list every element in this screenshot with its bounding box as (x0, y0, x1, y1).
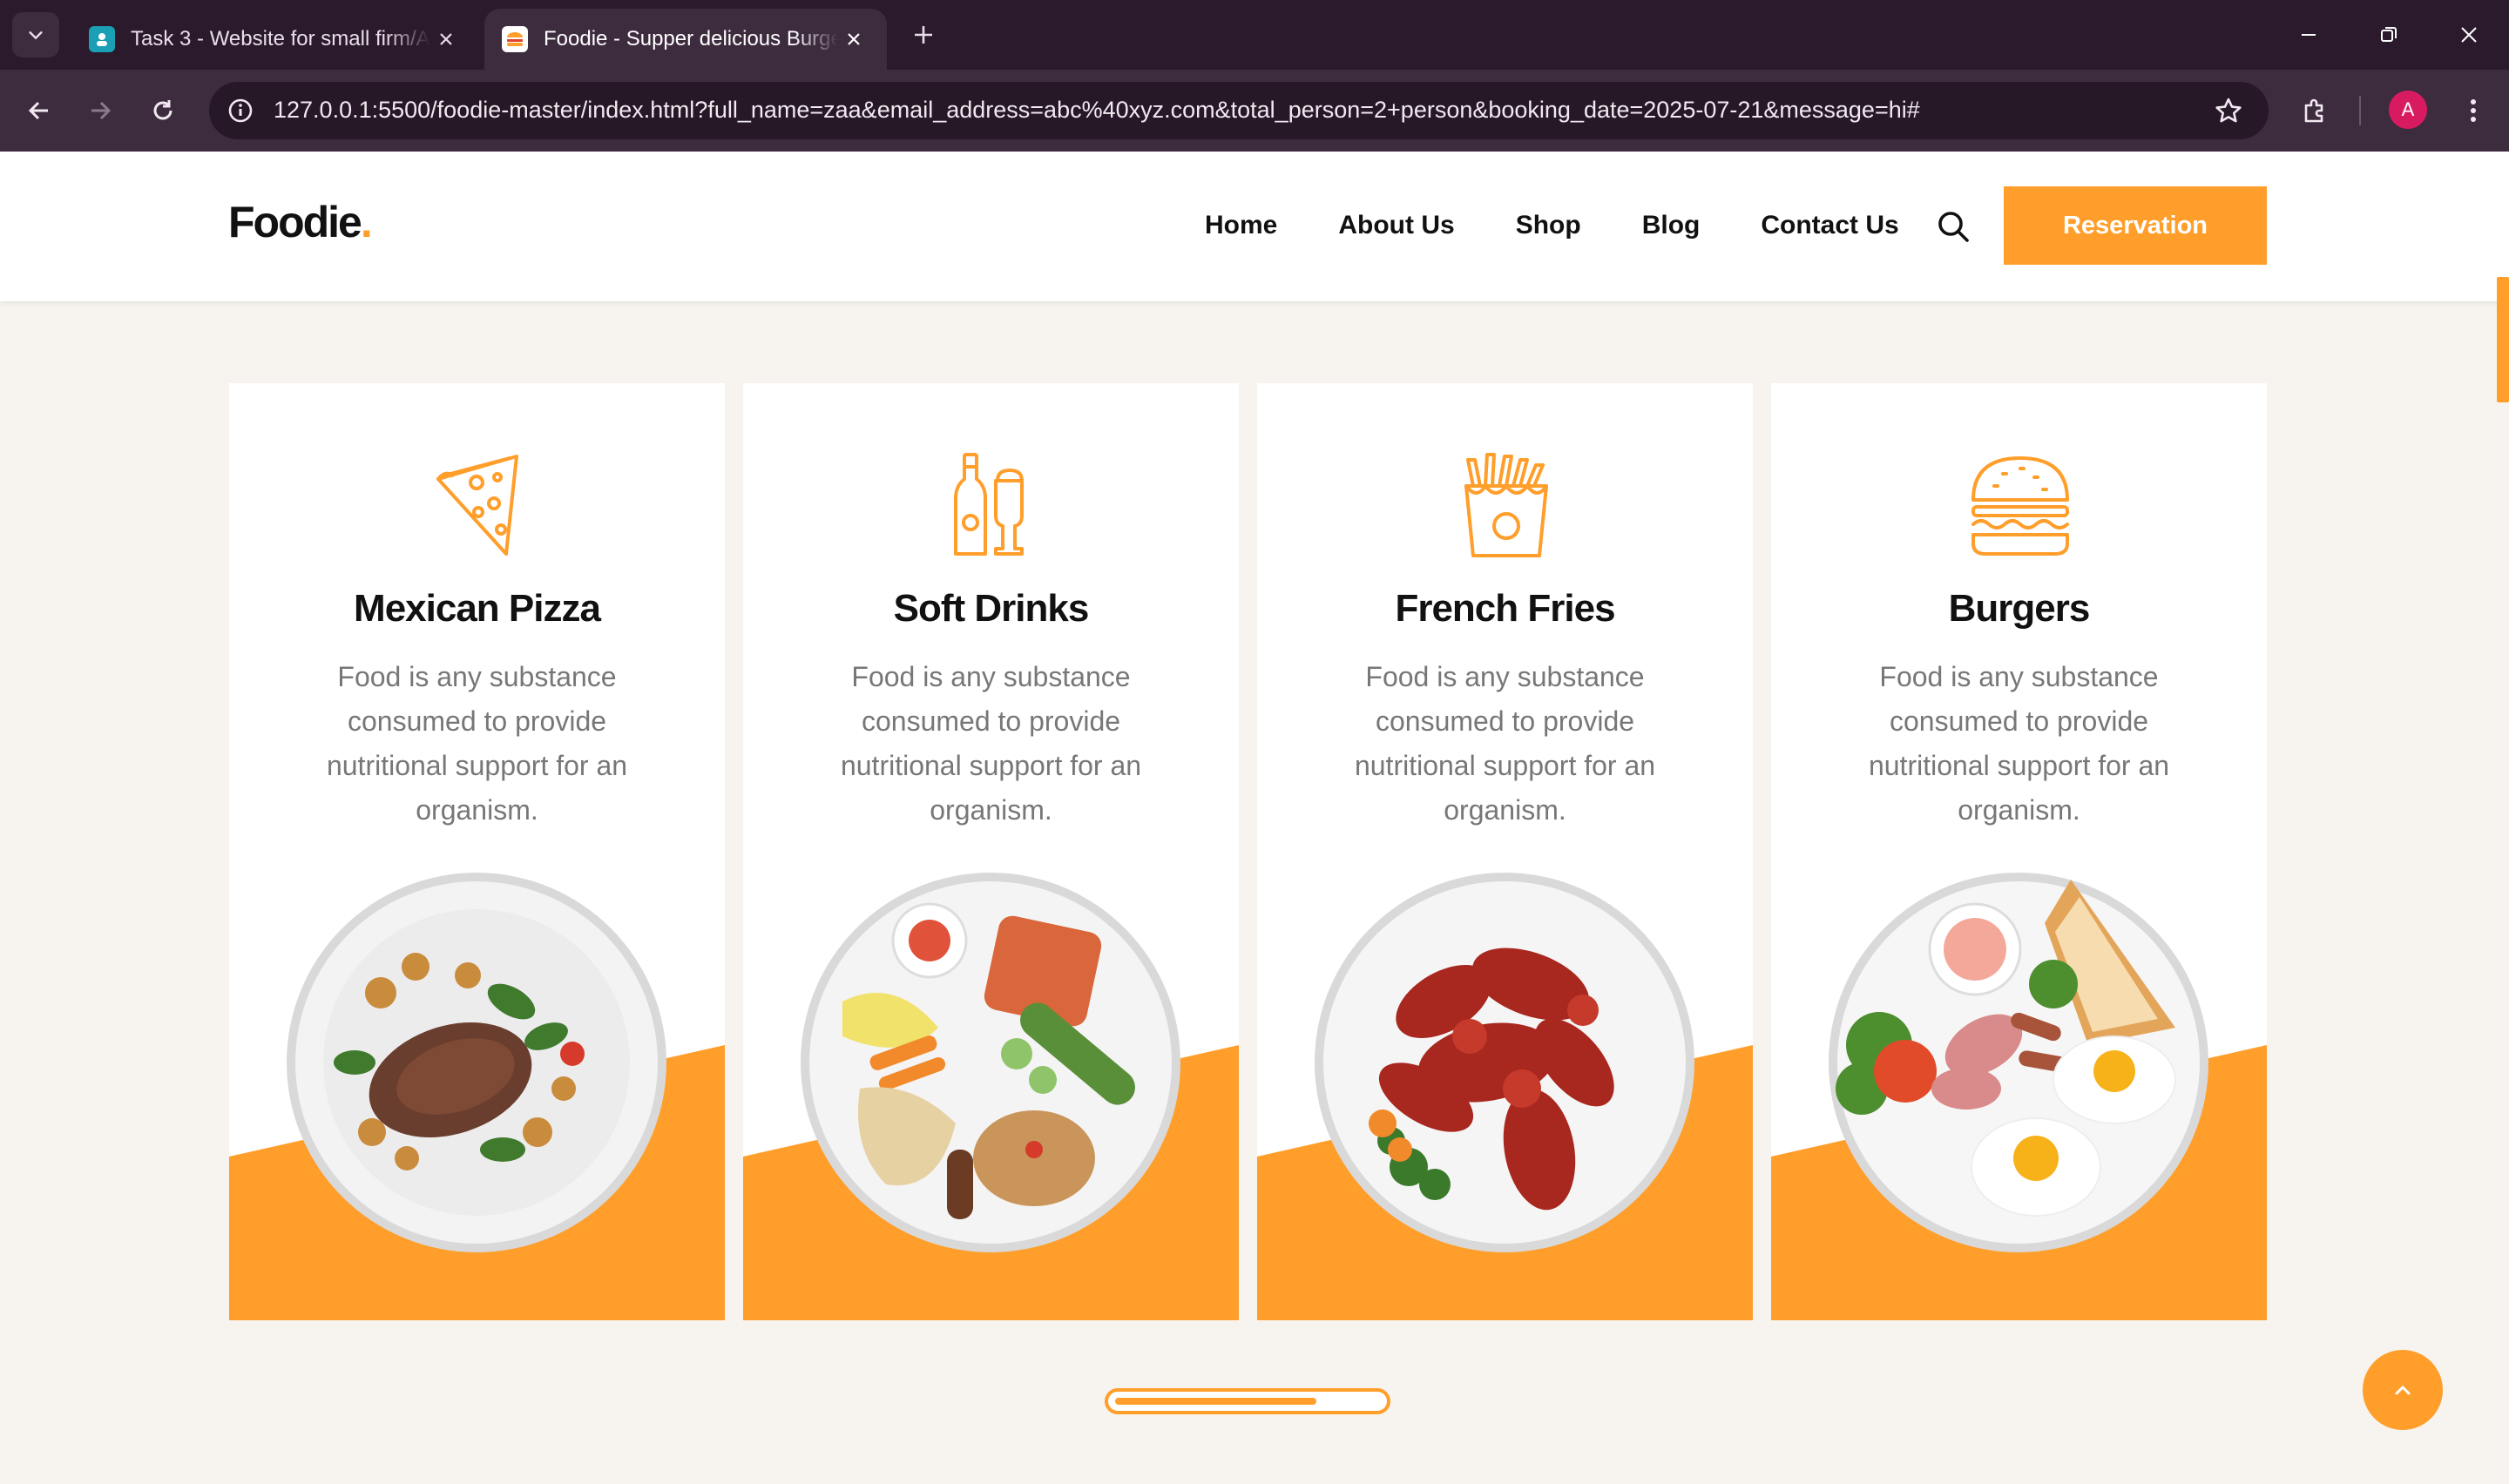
browser-toolbar: 127.0.0.1:5500/foodie-master/index.html?… (0, 70, 2509, 152)
chevron-up-icon (2395, 1385, 2411, 1395)
nav-about-us[interactable]: About Us (1338, 211, 1454, 240)
reload-icon (153, 100, 172, 120)
carousel-progress-bar[interactable] (1105, 1388, 1390, 1414)
close-icon (2461, 27, 2477, 43)
site-header: Foodie. Home About Us Shop Blog Contact … (0, 152, 2509, 301)
category-card-mexican-pizza[interactable]: Mexican Pizza Food is any substance cons… (229, 383, 725, 1320)
site-logo[interactable]: Foodie. (228, 197, 373, 247)
tab-close-icon[interactable] (838, 24, 869, 55)
minimize-button[interactable] (2282, 12, 2335, 57)
tab-close-icon[interactable] (430, 24, 462, 55)
bottle-and-glass-icon (954, 453, 1024, 556)
category-card-french-fries[interactable]: French Fries Food is any substance consu… (1257, 383, 1753, 1320)
food-plate-image (287, 873, 666, 1252)
category-card-burgers[interactable]: Burgers Food is any substance consumed t… (1771, 383, 2267, 1320)
pizza-slice-icon (436, 455, 518, 556)
burger-icon (1971, 456, 2069, 556)
toolbar-divider (2359, 96, 2361, 125)
close-window-button[interactable] (2443, 12, 2495, 57)
search-icon[interactable] (1934, 207, 1972, 246)
url-text[interactable]: 127.0.0.1:5500/foodie-master/index.html?… (274, 97, 1920, 124)
category-title: French Fries (1395, 587, 1615, 630)
main-nav: Home About Us Shop Blog Contact Us (1205, 211, 1899, 240)
extensions-button[interactable] (2293, 89, 2337, 132)
category-description: Food is any substance consumed to provid… (326, 661, 628, 826)
site-info-icon[interactable] (223, 93, 258, 128)
food-plate-image (801, 873, 1180, 1252)
chevron-down-icon (29, 31, 43, 40)
reload-button[interactable] (141, 89, 185, 132)
arrow-right-icon (91, 101, 112, 120)
browser-tab-bar: Task 3 - Website for small firm/A Foodie… (0, 0, 2509, 70)
category-title: Burgers (1948, 587, 2091, 630)
page-viewport: Foodie. Home About Us Shop Blog Contact … (0, 152, 2509, 1484)
logo-dot: . (360, 198, 373, 246)
tab-foodie[interactable]: Foodie - Supper delicious Burger (484, 9, 887, 70)
food-plate-image (1315, 873, 1694, 1252)
food-plate-image (1829, 873, 2208, 1252)
burger-favicon-icon (502, 26, 528, 52)
french-fries-icon (1464, 453, 1548, 557)
classroom-favicon-icon (89, 26, 115, 52)
category-card-soft-drinks[interactable]: Soft Drinks Food is any substance consum… (743, 383, 1239, 1320)
category-title: Mexican Pizza (354, 587, 601, 630)
logo-text: Foodie (228, 198, 362, 246)
new-tab-button[interactable] (906, 17, 941, 52)
page-scrollbar-thumb[interactable] (2497, 277, 2509, 402)
tab-title: Task 3 - Website for small firm/A (131, 27, 430, 51)
profile-avatar[interactable]: A (2389, 91, 2427, 129)
plus-icon (915, 26, 932, 44)
category-description: Food is any substance consumed to provid… (840, 661, 1142, 826)
nav-contact-us[interactable]: Contact Us (1761, 211, 1898, 240)
category-description: Food is any substance consumed to provid… (1868, 661, 2170, 826)
nav-shop[interactable]: Shop (1516, 211, 1581, 240)
tab-search-button[interactable] (12, 12, 59, 57)
nav-blog[interactable]: Blog (1642, 211, 1701, 240)
category-title: Soft Drinks (893, 587, 1090, 630)
browser-menu-button[interactable] (2452, 89, 2495, 132)
tab-title: Foodie - Supper delicious Burger (544, 27, 838, 51)
back-to-top-button[interactable] (2363, 1350, 2443, 1430)
category-description: Food is any substance consumed to provid… (1354, 661, 1656, 826)
arrow-left-icon (28, 101, 48, 120)
tab-task3[interactable]: Task 3 - Website for small firm/A (71, 9, 479, 70)
minimize-icon (2302, 34, 2316, 36)
bookmark-star-icon[interactable] (2211, 93, 2246, 128)
more-vertical-icon (2471, 99, 2476, 122)
back-button[interactable] (17, 89, 61, 132)
reservation-button[interactable]: Reservation (2004, 186, 2267, 265)
restore-button[interactable] (2363, 12, 2415, 57)
restore-icon (2381, 27, 2397, 42)
forward-button[interactable] (78, 89, 122, 132)
puzzle-icon (2304, 98, 2323, 123)
address-bar[interactable]: 127.0.0.1:5500/foodie-master/index.html?… (209, 82, 2269, 139)
nav-home[interactable]: Home (1205, 211, 1277, 240)
carousel-progress-fill (1115, 1398, 1316, 1405)
